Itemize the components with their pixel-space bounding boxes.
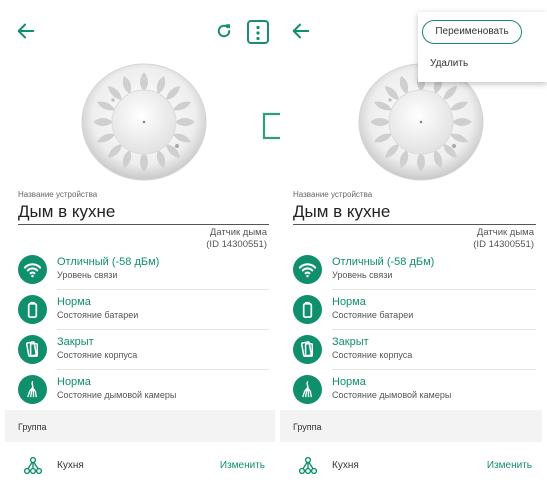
smoke-detector-image (79, 62, 209, 182)
status-row-smoke-chamber: Норма Состояние дымовой камеры (280, 372, 542, 410)
divider (332, 369, 536, 370)
status-row-signal: Отличный (-58 дБм) Уровень связи (5, 252, 275, 290)
divider (332, 289, 536, 290)
status-label: Уровень связи (332, 270, 393, 280)
status-row-case: Закрыт Состояние корпуса (280, 332, 542, 370)
group-header: Группа (293, 422, 322, 432)
edit-group-button[interactable]: Изменить (487, 460, 532, 471)
status-value: Закрыт (332, 336, 369, 348)
device-name-field[interactable]: Дым в кухне (293, 202, 390, 222)
divider (57, 369, 269, 370)
device-name-label: Название устройства (293, 190, 373, 199)
overflow-menu: Переименовать Удалить (418, 12, 547, 82)
group-tree-icon (298, 456, 318, 476)
status-label: Состояние дымовой камеры (332, 390, 452, 400)
device-id: (ID 14300551) (206, 239, 267, 250)
status-label: Состояние корпуса (57, 350, 138, 360)
battery-icon (298, 300, 317, 319)
smoke-chamber-icon (298, 380, 317, 399)
device-name-underline (18, 224, 269, 225)
arrow-left-icon[interactable] (15, 20, 37, 42)
group-header: Группа (18, 422, 47, 432)
group-name: Кухня (57, 460, 84, 471)
status-value: Отличный (-58 дБм) (57, 256, 160, 268)
status-row-signal: Отличный (-58 дБм) Уровень связи (280, 252, 542, 290)
status-label: Состояние батареи (57, 310, 139, 320)
wifi-icon (298, 260, 317, 279)
status-value: Норма (332, 296, 366, 308)
status-label: Состояние батареи (332, 310, 414, 320)
more-menu-button[interactable] (247, 20, 269, 44)
status-value: Норма (332, 376, 366, 388)
menu-item-delete[interactable]: Удалить (430, 58, 468, 69)
status-value: Норма (57, 376, 91, 388)
device-name-label: Название устройства (18, 190, 98, 199)
device-name-field[interactable]: Дым в кухне (18, 202, 115, 222)
more-vertical-icon (256, 25, 260, 41)
menu-item-rename[interactable]: Переименовать (422, 20, 522, 44)
device-type: Датчик дыма (476, 227, 534, 238)
status-row-case: Закрыт Состояние корпуса (5, 332, 275, 370)
group-row: Кухня Изменить (5, 450, 275, 480)
status-row-smoke-chamber: Норма Состояние дымовой камеры (5, 372, 275, 410)
group-row: Кухня Изменить (280, 450, 542, 480)
status-label: Состояние корпуса (332, 350, 413, 360)
divider (332, 329, 536, 330)
battery-icon (23, 300, 42, 319)
status-value: Закрыт (57, 336, 94, 348)
arrow-left-icon[interactable] (290, 20, 312, 42)
status-label: Состояние дымовой камеры (57, 390, 177, 400)
group-name: Кухня (332, 460, 359, 471)
divider (57, 329, 269, 330)
smoke-chamber-icon (23, 380, 42, 399)
device-screen-before: Название устройства Дым в кухне Датчик д… (5, 0, 275, 482)
group-tree-icon (23, 456, 43, 476)
status-value: Норма (57, 296, 91, 308)
status-row-battery: Норма Состояние батареи (280, 292, 542, 330)
group-section-header: Группа (280, 410, 542, 442)
top-bar (5, 0, 275, 56)
device-type: Датчик дыма (209, 227, 267, 238)
refresh-icon[interactable] (215, 22, 233, 40)
device-id: (ID 14300551) (473, 239, 534, 250)
status-label: Уровень связи (57, 270, 118, 280)
case-icon (298, 340, 317, 359)
status-value: Отличный (-58 дБм) (332, 256, 435, 268)
case-icon (23, 340, 42, 359)
divider (57, 289, 269, 290)
group-section-header: Группа (5, 410, 275, 442)
edit-group-button[interactable]: Изменить (220, 460, 265, 471)
status-row-battery: Норма Состояние батареи (5, 292, 275, 330)
device-name-underline (293, 224, 536, 225)
wifi-icon (23, 260, 42, 279)
